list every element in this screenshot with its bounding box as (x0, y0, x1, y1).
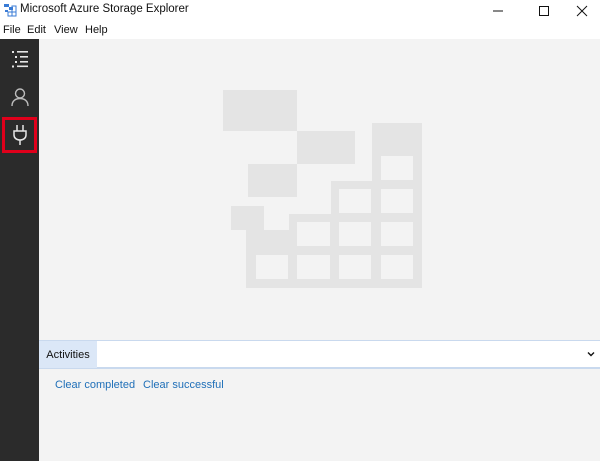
title-bar: Microsoft Azure Storage Explorer (0, 0, 600, 21)
activity-bar (0, 39, 39, 461)
close-icon (576, 5, 588, 16)
clear-completed-link[interactable]: Clear completed (55, 379, 135, 391)
account-button[interactable] (2, 79, 37, 115)
close-button[interactable] (562, 0, 600, 21)
explorer-button[interactable] (2, 41, 37, 77)
menu-edit[interactable]: Edit (27, 24, 46, 36)
menu-view[interactable]: View (54, 24, 78, 36)
activities-panel-body: Clear completed Clear successful (39, 369, 600, 461)
menu-bar: File Edit View Help (0, 21, 600, 39)
main-content (39, 39, 600, 340)
tab-activities[interactable]: Activities (39, 341, 97, 368)
explorer-list-icon (11, 51, 28, 68)
clear-successful-link[interactable]: Clear successful (143, 379, 224, 391)
account-person-icon (10, 88, 29, 107)
chevron-down-icon[interactable] (586, 349, 596, 359)
menu-help[interactable]: Help (85, 24, 108, 36)
activities-panel-header: Activities (39, 340, 600, 369)
storage-explorer-app-icon (3, 3, 17, 17)
maximize-button[interactable] (524, 0, 564, 21)
minimize-icon (493, 10, 503, 11)
maximize-icon (539, 5, 549, 16)
menu-file[interactable]: File (3, 24, 21, 36)
storage-explorer-watermark-icon (223, 90, 422, 288)
window-title: Microsoft Azure Storage Explorer (20, 3, 189, 15)
connect-plug-icon (12, 125, 27, 145)
minimize-button[interactable] (478, 0, 518, 21)
connect-button[interactable] (2, 117, 37, 153)
